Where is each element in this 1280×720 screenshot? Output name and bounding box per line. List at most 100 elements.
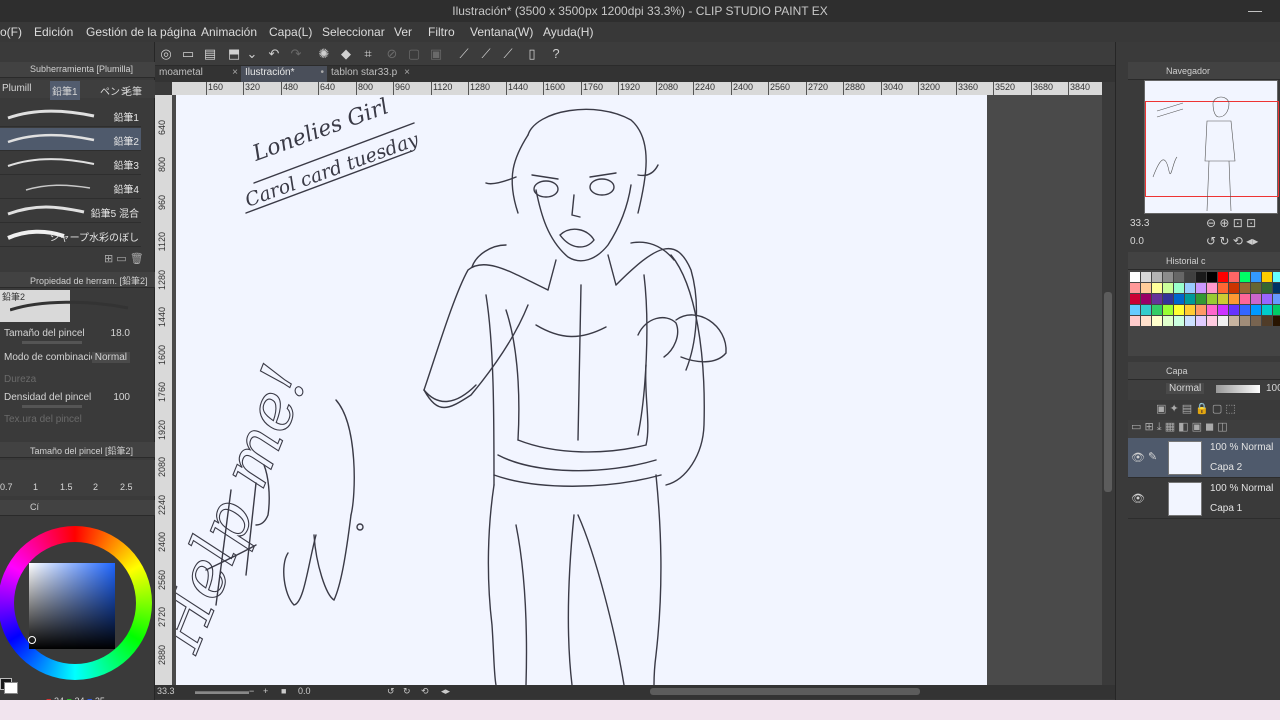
menu-select[interactable]: Seleccionar	[322, 25, 385, 39]
palette-swatch[interactable]	[1152, 283, 1162, 293]
brush-item[interactable]: 鉛筆3	[0, 152, 141, 175]
palette-swatch[interactable]	[1262, 305, 1272, 315]
tab-plumilla[interactable]: Plumill	[2, 83, 31, 94]
horizontal-scroll-thumb[interactable]	[650, 688, 920, 695]
palette-swatch[interactable]	[1185, 283, 1195, 293]
open-icon[interactable]: ▤	[201, 45, 219, 63]
new-icon[interactable]: ▭	[179, 45, 197, 63]
layer-row-capa-1[interactable]: 👁 100 % Normal Capa 1	[1128, 479, 1280, 519]
ruler-snap-icon[interactable]: ⟋	[455, 45, 473, 63]
menu-edit[interactable]: Edición	[34, 25, 73, 39]
palette-swatch[interactable]	[1218, 283, 1228, 293]
size-preset[interactable]: 2	[93, 482, 98, 492]
density-row[interactable]: Densidad del pincel 100	[4, 392, 140, 412]
saturation-square[interactable]	[29, 563, 115, 649]
layer-opacity-slider[interactable]	[1216, 385, 1260, 393]
close-icon[interactable]: •	[320, 67, 324, 78]
close-icon[interactable]: ×	[404, 67, 410, 78]
palette-swatch[interactable]	[1196, 316, 1206, 326]
palette-swatch[interactable]	[1185, 305, 1195, 315]
rotate-left-icon[interactable]: ↺	[387, 686, 395, 697]
tab-moametal[interactable]: moametal ×	[155, 66, 241, 82]
palette-swatch[interactable]	[1229, 316, 1239, 326]
loading-icon[interactable]: ✺	[315, 45, 333, 63]
brush-size-slider[interactable]	[22, 341, 82, 344]
rotation-value[interactable]: 0.0	[298, 686, 311, 696]
invert-selection-icon[interactable]: ▣	[427, 45, 445, 63]
tab-brush-jp[interactable]: 毛筆	[122, 83, 142, 98]
menu-filter[interactable]: Filtro	[428, 25, 455, 39]
palette-swatch[interactable]	[1130, 305, 1140, 315]
visibility-eye-icon[interactable]: 👁	[1131, 492, 1145, 505]
subtool-footer-icons[interactable]: ⊞ ▭ 🗑	[104, 252, 144, 265]
palette-swatch[interactable]	[1251, 272, 1261, 282]
palette-swatch[interactable]	[1273, 305, 1280, 315]
tab-pencil1[interactable]: 鉛筆1	[50, 81, 80, 100]
smartphone-icon[interactable]: ▯	[523, 45, 541, 63]
palette-swatch[interactable]	[1240, 283, 1250, 293]
palette-swatch[interactable]	[1262, 294, 1272, 304]
palette-swatch[interactable]	[1207, 305, 1217, 315]
brush-item[interactable]: シャープ水彩のぼし	[0, 224, 141, 247]
palette-swatch[interactable]	[1185, 316, 1195, 326]
palette-swatch[interactable]	[1251, 316, 1261, 326]
palette-swatch[interactable]	[1185, 294, 1195, 304]
palette-swatch[interactable]	[1130, 316, 1140, 326]
density-slider[interactable]	[22, 405, 82, 408]
minimize-button[interactable]: —	[1248, 2, 1262, 18]
palette-swatch[interactable]	[1251, 305, 1261, 315]
palette-swatch[interactable]	[1218, 316, 1228, 326]
palette-swatch[interactable]	[1207, 294, 1217, 304]
clip-studio-icon[interactable]: ◎	[157, 45, 175, 63]
reset-rotation-icon[interactable]: ⟲	[421, 686, 429, 697]
palette-swatch[interactable]	[1240, 272, 1250, 282]
zoom-slider[interactable]: ▬▬▬▬▬▬	[195, 686, 249, 696]
palette-swatch[interactable]	[1196, 283, 1206, 293]
palette-swatch[interactable]	[1163, 294, 1173, 304]
palette-swatch[interactable]	[1240, 316, 1250, 326]
brush-item[interactable]: 鉛筆1	[0, 104, 141, 127]
palette-swatch[interactable]	[1152, 294, 1162, 304]
palette-swatch[interactable]	[1141, 294, 1151, 304]
palette-swatch[interactable]	[1262, 272, 1272, 282]
navigator-rotation[interactable]: 0.0	[1130, 236, 1144, 247]
density-value[interactable]: 100	[113, 392, 130, 403]
layer-action-icons[interactable]: ▭ ⊞ ⤓ ▦ ◧ ▣ ◼ ◫	[1128, 420, 1280, 438]
palette-swatch[interactable]	[1141, 272, 1151, 282]
palette-swatch[interactable]	[1229, 305, 1239, 315]
palette-swatch[interactable]	[1251, 294, 1261, 304]
deselect-icon[interactable]: ⊘	[383, 45, 401, 63]
crop-icon[interactable]: ▢	[405, 45, 423, 63]
palette-swatch[interactable]	[1262, 316, 1272, 326]
palette-swatch[interactable]	[1196, 305, 1206, 315]
menu-animation[interactable]: Animación	[201, 25, 257, 39]
redo-icon[interactable]: ↷	[287, 45, 305, 63]
palette-swatch[interactable]	[1130, 294, 1140, 304]
palette-swatch[interactable]	[1218, 272, 1228, 282]
palette-swatch[interactable]	[1152, 305, 1162, 315]
size-preset[interactable]: 2.5	[120, 482, 133, 492]
palette-swatch[interactable]	[1174, 305, 1184, 315]
layer-name[interactable]: Capa 2	[1210, 462, 1242, 473]
palette-swatch[interactable]	[1229, 283, 1239, 293]
palette-swatch[interactable]	[1163, 283, 1173, 293]
palette-swatch[interactable]	[1163, 272, 1173, 282]
palette-swatch[interactable]	[1141, 316, 1151, 326]
palette-swatch[interactable]	[1218, 294, 1228, 304]
zoom-value[interactable]: 33.3	[157, 686, 175, 696]
layer-blend-select[interactable]: Normal	[1166, 383, 1205, 394]
help-icon[interactable]: ?	[547, 45, 565, 63]
secondary-color-swatch[interactable]	[4, 682, 18, 694]
zoom-out-icon[interactable]: −	[249, 686, 254, 696]
palette-swatch[interactable]	[1229, 272, 1239, 282]
layer-toolbar-icons[interactable]: ▣ ✦ ▤ 🔒 ▢ ⬚	[1156, 402, 1236, 415]
palette-swatch[interactable]	[1273, 283, 1280, 293]
palette-swatch[interactable]	[1273, 272, 1280, 282]
palette-swatch[interactable]	[1240, 305, 1250, 315]
palette-swatch[interactable]	[1163, 316, 1173, 326]
palette-swatch[interactable]	[1152, 272, 1162, 282]
palette-swatch[interactable]	[1207, 316, 1217, 326]
palette-swatch[interactable]	[1207, 272, 1217, 282]
palette-swatch[interactable]	[1240, 294, 1250, 304]
fit-icon[interactable]: ■	[281, 686, 286, 696]
